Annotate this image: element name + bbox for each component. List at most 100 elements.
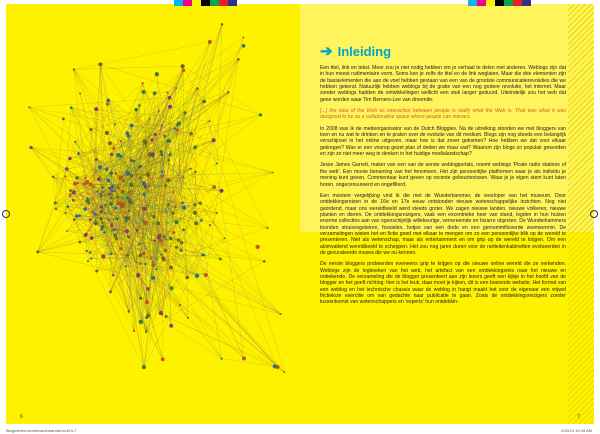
network-node bbox=[113, 123, 116, 126]
network-node bbox=[172, 191, 175, 194]
network-node bbox=[148, 184, 151, 187]
network-node bbox=[86, 260, 90, 263]
network-node bbox=[106, 98, 111, 103]
network-node bbox=[118, 175, 124, 180]
network-node bbox=[109, 171, 113, 176]
network-edge bbox=[145, 143, 245, 359]
network-node bbox=[100, 227, 104, 231]
network-node bbox=[89, 257, 93, 260]
network-node bbox=[69, 106, 73, 109]
network-node bbox=[283, 371, 286, 374]
network-node bbox=[94, 107, 99, 112]
network-node bbox=[126, 253, 129, 257]
network-node bbox=[115, 237, 119, 241]
network-edge bbox=[163, 258, 198, 276]
network-node bbox=[174, 205, 177, 208]
network-node bbox=[180, 64, 185, 69]
network-node bbox=[182, 228, 185, 232]
network-node bbox=[132, 329, 136, 333]
network-node bbox=[105, 102, 110, 106]
network-node bbox=[68, 195, 72, 198]
network-node bbox=[86, 192, 89, 195]
network-node bbox=[103, 231, 106, 234]
network-node bbox=[150, 152, 155, 156]
network-node bbox=[93, 186, 96, 189]
network-node bbox=[127, 235, 131, 239]
network-node bbox=[220, 357, 223, 360]
network-node bbox=[64, 212, 67, 215]
network-node bbox=[146, 313, 151, 318]
network-node bbox=[171, 211, 175, 215]
network-node bbox=[146, 287, 150, 291]
network-node bbox=[53, 201, 57, 205]
network-node bbox=[109, 252, 113, 256]
network-node bbox=[111, 227, 114, 230]
arrow-right-icon: ➔ bbox=[320, 43, 333, 60]
network-node bbox=[139, 262, 142, 265]
network-node bbox=[163, 248, 168, 253]
network-node bbox=[272, 364, 277, 369]
network-node bbox=[163, 134, 167, 138]
network-node bbox=[139, 164, 143, 168]
network-edge bbox=[37, 206, 68, 253]
network-node bbox=[124, 229, 130, 234]
footer-file: Bloghelden-binnenwerkmandm.indd 6-7 bbox=[6, 428, 77, 433]
network-node bbox=[139, 296, 143, 300]
network-node bbox=[132, 159, 136, 163]
network-node bbox=[109, 202, 113, 206]
network-node bbox=[157, 235, 161, 240]
network-node bbox=[119, 140, 122, 143]
network-node bbox=[181, 201, 184, 205]
network-node bbox=[166, 178, 171, 183]
network-node bbox=[65, 167, 69, 171]
network-node bbox=[112, 146, 116, 150]
network-edge bbox=[29, 97, 170, 108]
network-node bbox=[62, 117, 65, 121]
page-number-right: 7 bbox=[577, 414, 580, 420]
network-node bbox=[156, 221, 161, 226]
network-node bbox=[96, 177, 101, 182]
network-node bbox=[104, 167, 109, 171]
network-node bbox=[194, 273, 200, 278]
network-node bbox=[158, 109, 160, 112]
paragraph: Jesse James Garrett, maker van een van d… bbox=[320, 162, 566, 188]
network-edge bbox=[172, 212, 281, 315]
network-node bbox=[86, 196, 89, 199]
network-node bbox=[113, 228, 116, 232]
network-node bbox=[108, 192, 111, 196]
page-title: Inleiding bbox=[337, 44, 392, 59]
network-node bbox=[129, 123, 134, 128]
network-node bbox=[107, 219, 110, 222]
network-node bbox=[75, 176, 79, 180]
network-node bbox=[78, 240, 82, 244]
network-node bbox=[129, 158, 133, 162]
network-node bbox=[154, 132, 158, 137]
network-node bbox=[76, 182, 79, 185]
network-edge bbox=[73, 41, 210, 70]
network-node bbox=[168, 265, 174, 270]
network-edge bbox=[167, 37, 244, 93]
network-node bbox=[164, 314, 168, 318]
network-node bbox=[72, 68, 76, 71]
network-node bbox=[121, 206, 123, 209]
network-node bbox=[158, 238, 163, 243]
network-node bbox=[195, 87, 199, 90]
quote: [...] the idea of the Web as interaction… bbox=[320, 108, 566, 121]
network-node bbox=[203, 272, 208, 278]
network-node bbox=[219, 257, 222, 261]
left-page: 6 bbox=[6, 4, 300, 424]
network-node bbox=[121, 202, 126, 207]
network-node bbox=[93, 212, 97, 216]
network-node bbox=[116, 186, 120, 190]
network-node bbox=[194, 170, 197, 174]
network-node bbox=[166, 91, 169, 94]
network-node bbox=[258, 113, 263, 117]
network-node bbox=[215, 211, 218, 214]
network-node bbox=[241, 44, 246, 48]
network-node bbox=[125, 196, 130, 200]
network-node bbox=[138, 319, 143, 325]
network-node bbox=[174, 220, 179, 225]
network-node bbox=[266, 226, 269, 229]
network-node bbox=[159, 150, 163, 154]
network-node bbox=[79, 92, 82, 95]
